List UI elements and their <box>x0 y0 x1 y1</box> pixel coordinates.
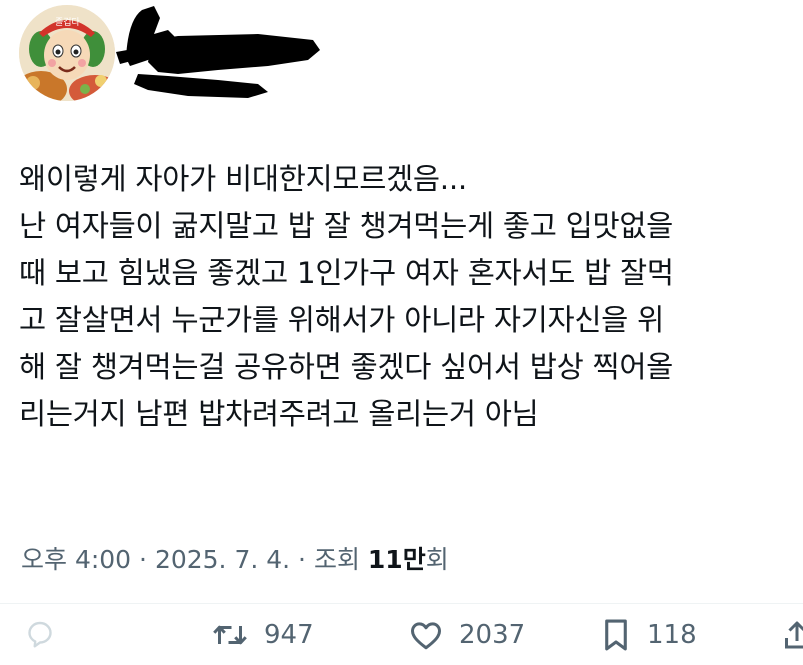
reply-icon <box>22 617 58 653</box>
tweet-date[interactable]: 2025. 7. 4. <box>155 545 290 574</box>
views-label: 조회 <box>313 545 368 574</box>
retweet-count: 947 <box>264 620 314 650</box>
views-count: 11만 <box>367 545 426 574</box>
tweet-line: 리는거지 남편 밥차려주려고 올리는거 아님 <box>19 397 539 431</box>
tweet-time[interactable]: 오후 4:00 <box>21 545 131 574</box>
like-button[interactable]: 2037 <box>407 610 525 660</box>
tweet-meta: 오후 4:00 · 2025. 7. 4. · 조회 11만회 <box>21 540 449 580</box>
views-suffix: 회 <box>425 545 449 574</box>
reply-button[interactable] <box>22 610 58 660</box>
meta-separator: · <box>131 545 155 574</box>
bookmark-icon <box>599 616 633 654</box>
bookmark-button[interactable]: 118 <box>599 610 697 660</box>
heart-icon <box>407 617 445 653</box>
retweet-icon <box>210 617 250 653</box>
tweet-line: 해 잘 챙겨먹는걸 공유하면 좋겠다 싶어서 밥상 찍어올 <box>19 350 674 384</box>
meta-separator: · <box>290 545 314 574</box>
tweet-line: 난 여자들이 굶지말고 밥 잘 챙겨먹는게 좋고 입맛없을 <box>19 209 674 243</box>
redacted-username <box>108 0 323 100</box>
tweet-line: 고 잘살면서 누군가를 위해서가 아니라 자기자신을 위 <box>19 303 664 337</box>
bookmark-count: 118 <box>647 620 697 650</box>
avatar[interactable]: 즐겁다 <box>19 5 115 101</box>
avatar-badge-text: 즐겁다 <box>55 18 80 28</box>
divider <box>0 603 803 604</box>
like-count: 2037 <box>459 620 526 650</box>
tweet-line: 때 보고 힘냈음 좋겠고 1인가구 여자 혼자서도 밥 잘먹 <box>19 256 674 290</box>
share-icon <box>782 617 803 653</box>
tweet-text: 왜이렇게 자아가 비대한지모르겠음... 난 여자들이 굶지말고 밥 잘 챙겨먹… <box>19 156 803 438</box>
retweet-button[interactable]: 947 <box>210 610 314 660</box>
tweet-line: 왜이렇게 자아가 비대한지모르겠음... <box>19 162 467 196</box>
share-button[interactable] <box>782 610 803 660</box>
action-bar: 947 2037 118 <box>0 610 803 660</box>
